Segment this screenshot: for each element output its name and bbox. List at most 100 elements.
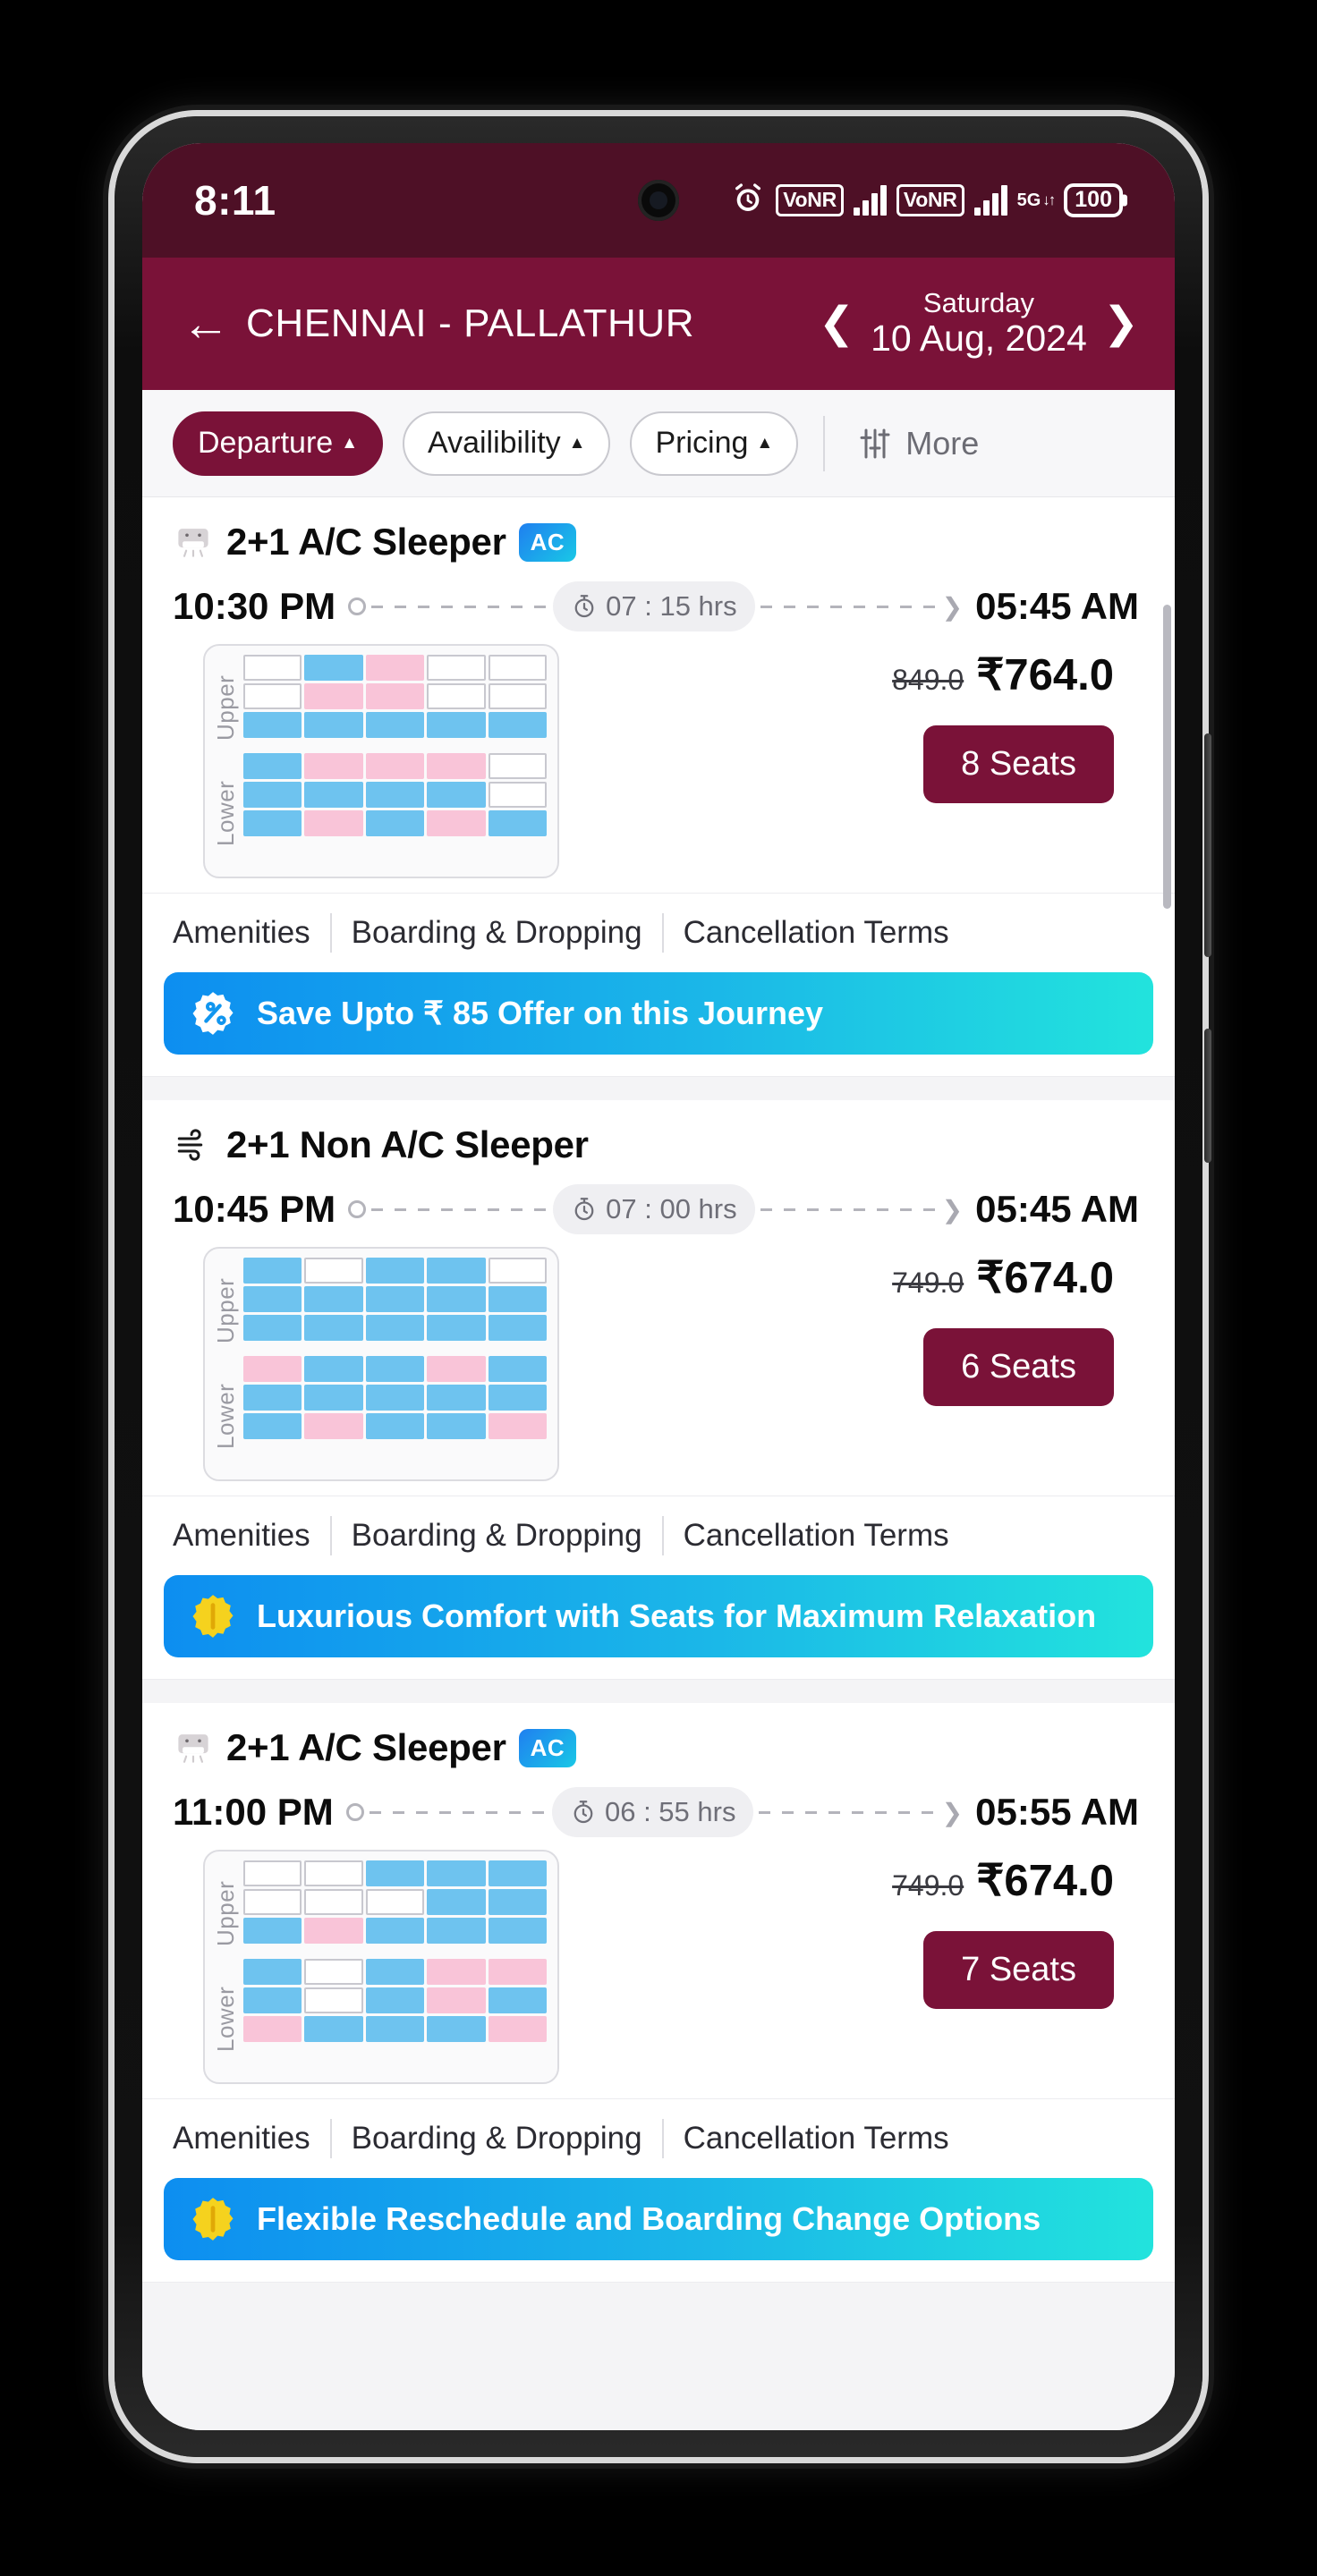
power-button[interactable]	[1204, 1029, 1211, 1163]
bus-list[interactable]: 2+1 A/C Sleeper AC 10:30 PM 07 : 15 hrs …	[142, 497, 1175, 2430]
ac-bus-icon	[178, 1734, 208, 1763]
ac-bus-icon	[178, 529, 208, 557]
filter-chip-pricing[interactable]: Pricing ▲	[630, 411, 799, 476]
amenities-link[interactable]: Amenities	[173, 1518, 310, 1554]
berth-blue	[304, 712, 363, 738]
filter-chip-availibility[interactable]: Availibility ▲	[403, 411, 611, 476]
deck-labels: Upper Lower	[212, 655, 240, 866]
berth-row	[243, 1413, 548, 1439]
bus-card[interactable]: 2+1 Non A/C Sleeper 10:45 PM 07 : 00 hrs…	[142, 1100, 1175, 1680]
date-text: 10 Aug, 2024	[871, 318, 1087, 360]
berth-free	[427, 683, 486, 709]
origin-dot-icon	[348, 597, 367, 615]
berth-pink	[304, 753, 363, 779]
berth-row	[243, 1286, 548, 1312]
berth-blue	[243, 712, 302, 738]
bus-card[interactable]: 2+1 A/C Sleeper AC 11:00 PM 06 : 55 hrs …	[142, 1703, 1175, 2283]
seat-availability-map[interactable]: Upper Lower	[203, 644, 559, 878]
journey-track: 06 : 55 hrs ❯	[334, 1787, 975, 1837]
berth-row	[243, 810, 548, 836]
stopwatch-icon	[574, 595, 594, 618]
offer-banner[interactable]: Flexible Reschedule and Boarding Change …	[164, 2178, 1153, 2260]
seats-available-button[interactable]: 7 Seats	[923, 1931, 1114, 2009]
berth-row	[243, 1959, 548, 1985]
sim2-signal-icon	[973, 185, 1007, 216]
berth-row	[243, 712, 548, 738]
berth-blue	[304, 782, 363, 808]
boarding-dropping-link[interactable]: Boarding & Dropping	[352, 915, 642, 951]
ac-badge: AC	[518, 1728, 577, 1767]
lower-deck	[243, 1356, 548, 1439]
filter-chip-departure[interactable]: Departure ▲	[173, 411, 384, 476]
divider	[329, 913, 332, 953]
page-title: CHENNAI - PALLATHUR	[246, 301, 695, 345]
seats-available-button[interactable]: 8 Seats	[923, 725, 1114, 803]
berth-pink	[304, 1413, 363, 1439]
departure-time: 11:00 PM	[173, 1791, 334, 1833]
berth-blue	[427, 1889, 486, 1915]
berth-free	[243, 1860, 302, 1886]
amenities-link[interactable]: Amenities	[173, 2121, 310, 2157]
berth-blue	[243, 1413, 302, 1439]
arrival-time: 05:45 AM	[975, 1188, 1139, 1230]
cancellation-terms-link[interactable]: Cancellation Terms	[684, 915, 949, 951]
boarding-dropping-link[interactable]: Boarding & Dropping	[352, 1518, 642, 1554]
berth-free	[488, 683, 548, 709]
berth-pink	[304, 810, 363, 836]
deck-label-upper: Upper	[212, 674, 239, 741]
status-icons: VoNR VoNR 5G ↓↑ 100	[730, 181, 1123, 221]
cancellation-terms-link[interactable]: Cancellation Terms	[684, 2121, 949, 2157]
bus-type-row: 2+1 A/C Sleeper AC	[173, 1726, 1144, 1769]
offer-banner[interactable]: Save Upto ₹ 85 Offer on this Journey	[164, 972, 1153, 1055]
bus-type-label: 2+1 A/C Sleeper	[226, 1726, 506, 1768]
offer-banner-text: Save Upto ₹ 85 Offer on this Journey	[257, 995, 824, 1031]
divider	[329, 1516, 332, 1555]
berth-blue	[304, 655, 363, 681]
boarding-dropping-link[interactable]: Boarding & Dropping	[352, 2121, 642, 2157]
duration-label: 06 : 55 hrs	[604, 1796, 736, 1827]
cancellation-terms-link[interactable]: Cancellation Terms	[684, 1518, 949, 1554]
offer-banner[interactable]: Luxurious Comfort with Seats for Maximum…	[164, 1575, 1153, 1657]
berth-blue	[243, 1987, 302, 2013]
berth-blue	[304, 1286, 363, 1312]
berth-blue	[365, 1286, 425, 1312]
journey-track: 07 : 15 hrs ❯	[336, 581, 975, 631]
upper-deck	[243, 655, 548, 738]
vertical-scrollbar[interactable]	[1163, 605, 1171, 909]
bus-card[interactable]: 2+1 A/C Sleeper AC 10:30 PM 07 : 15 hrs …	[142, 497, 1175, 1077]
departure-time: 10:30 PM	[173, 585, 336, 627]
filter-bar: Departure ▲ Availibility ▲ Pricing ▲ Mor…	[142, 390, 1175, 497]
berth-free	[304, 1258, 363, 1284]
amenities-link[interactable]: Amenities	[173, 915, 310, 951]
berth-blue	[243, 1286, 302, 1312]
more-filters-button[interactable]: More	[857, 425, 979, 462]
berth-blue	[488, 1385, 548, 1411]
berth-blue	[365, 712, 425, 738]
seat-availability-map[interactable]: Upper Lower	[203, 1247, 559, 1481]
day-name: Saturday	[922, 286, 1034, 318]
app-header: ← CHENNAI - PALLATHUR ❮ Saturday 10 Aug,…	[142, 258, 1175, 390]
dashed-line	[759, 1810, 937, 1814]
gold-badge-icon	[192, 2198, 234, 2241]
volume-button[interactable]	[1204, 733, 1211, 957]
next-day-button[interactable]: ❯	[1103, 302, 1139, 345]
berth-pink	[304, 683, 363, 709]
berth-pink	[488, 1959, 548, 1985]
seats-available-button[interactable]: 6 Seats	[923, 1328, 1114, 1406]
filter-sliders-icon	[857, 426, 893, 462]
back-arrow-icon[interactable]: ←	[182, 300, 230, 348]
duration-pill: 06 : 55 hrs	[551, 1787, 754, 1837]
berth-blue	[488, 1987, 548, 2013]
divider	[661, 2119, 664, 2158]
bus-type-row: 2+1 A/C Sleeper AC	[173, 521, 1144, 564]
berth-blue	[488, 1315, 548, 1341]
upper-deck	[243, 1258, 548, 1341]
berth-pink	[427, 810, 486, 836]
berth-blue	[427, 1918, 486, 1944]
berth-row	[243, 1889, 548, 1915]
arrival-time: 05:55 AM	[975, 1791, 1139, 1833]
selected-date[interactable]: Saturday 10 Aug, 2024	[871, 286, 1087, 360]
seat-availability-map[interactable]: Upper Lower	[203, 1850, 559, 2084]
berth-pink	[427, 1356, 486, 1382]
prev-day-button[interactable]: ❮	[819, 302, 854, 345]
